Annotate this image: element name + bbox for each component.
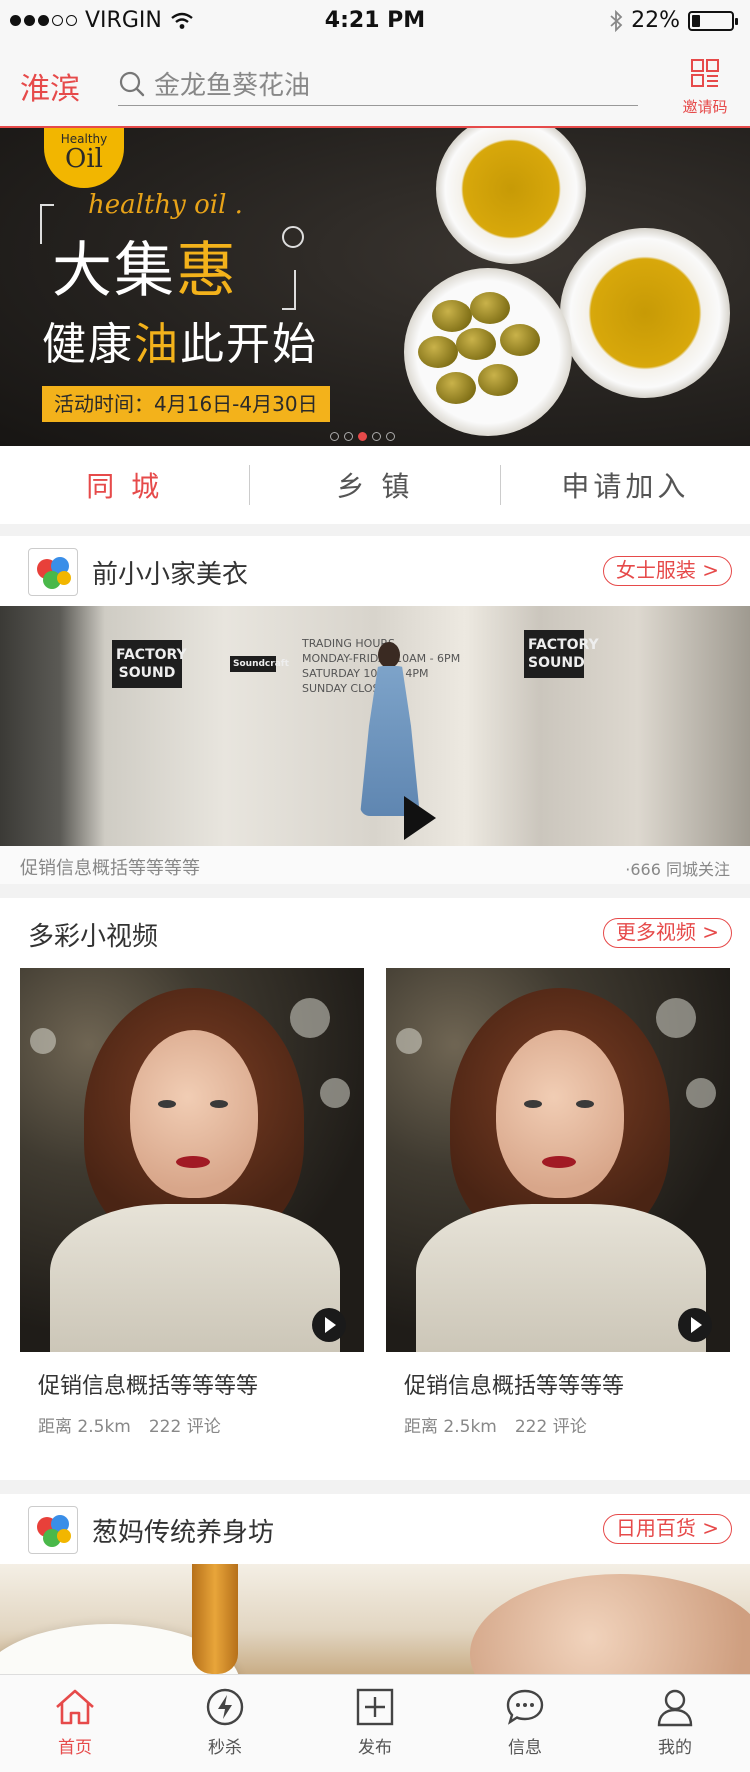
oil-bowl-top	[436, 128, 586, 264]
pager-dot[interactable]	[372, 432, 381, 441]
nav-publish[interactable]: 发布	[300, 1675, 450, 1772]
factory-sound-sign-right: FACTORY SOUND	[524, 630, 599, 678]
video-grid: 促销信息概括等等等等 距离 2.5km 222 评论 促销信息概括等等等等 距离 …	[0, 968, 750, 1488]
video-title[interactable]: 促销信息概括等等等等	[404, 1368, 730, 1400]
status-right: 22%	[609, 8, 738, 33]
home-icon	[56, 1689, 94, 1725]
play-icon[interactable]	[678, 1308, 712, 1342]
olive	[478, 364, 518, 396]
oil-bowl-right	[560, 228, 730, 398]
tab-same-city[interactable]: 同 城	[0, 465, 249, 505]
video-title[interactable]: 促销信息概括等等等等	[38, 1368, 364, 1400]
bottom-tab-bar: 首页 秒杀 发布 信息 我的	[0, 1674, 750, 1772]
search-placeholder[interactable]: 金龙鱼葵花油	[154, 65, 310, 102]
factory-sound-sign: FACTORY SOUND	[112, 640, 187, 688]
soundcraft-sign: Soundcraft	[230, 656, 289, 672]
pager-dot[interactable]	[386, 432, 395, 441]
video-section: 多彩小视频 更多视频 > 促销信息概括等等等等 距离 2.5km222 评论	[0, 898, 750, 1480]
tab-apply-join[interactable]: 申请加入	[501, 465, 750, 505]
olive	[436, 372, 476, 404]
user-icon	[657, 1689, 693, 1727]
store-caption-row: 促销信息概括等等等等 ·666 同城关注	[0, 846, 750, 884]
bluetooth-icon	[610, 9, 623, 32]
banner-headline: 大集惠	[52, 236, 238, 306]
lightning-icon	[206, 1688, 244, 1726]
store-video-thumbnail[interactable]: FACTORY SOUND Soundcraft TRADING HOURS M…	[0, 606, 750, 846]
olive	[470, 292, 510, 324]
pager-dot[interactable]	[344, 432, 353, 441]
store-name[interactable]: 葱妈传统养身坊	[92, 1512, 274, 1549]
tab-towns[interactable]: 乡 镇	[250, 465, 499, 505]
banner-date: 活动时间：4月16日-4月30日	[42, 386, 330, 422]
video-card[interactable]: 促销信息概括等等等等 距离 2.5km 222 评论	[20, 968, 364, 1437]
nav-messages[interactable]: 信息	[450, 1675, 600, 1772]
store-card-1[interactable]: 前小小家美衣 女士服装 > FACTORY SOUND Soundcraft T…	[0, 536, 750, 884]
more-videos-button[interactable]: 更多视频 >	[602, 918, 732, 948]
healthy-oil-logo: Healthy Oil	[44, 128, 124, 188]
nav-home[interactable]: 首页	[0, 1675, 150, 1772]
olive	[432, 300, 472, 332]
store-logo[interactable]	[28, 1506, 78, 1554]
olive	[456, 328, 496, 360]
video-meta: 距离 2.5km 222 评论	[404, 1417, 587, 1437]
video-card[interactable]: 促销信息概括等等等等 距离 2.5km 222 评论	[386, 968, 730, 1437]
promo-banner[interactable]: Healthy Oil healthy oil . 大集惠 健康油此开始 活动时…	[0, 128, 750, 446]
battery-icon	[688, 10, 738, 31]
circle-decor	[282, 226, 304, 248]
category-tag-button[interactable]: 日用百货 >	[602, 1514, 732, 1544]
bracket-decor-right	[282, 270, 296, 310]
invite-code-button[interactable]: 邀请码	[670, 58, 740, 117]
olive	[500, 324, 540, 356]
category-tag-button[interactable]: 女士服装 >	[602, 556, 732, 586]
chat-bubble-icon	[506, 1689, 544, 1725]
invite-label: 邀请码	[682, 98, 728, 116]
search-icon	[119, 71, 145, 96]
store-name[interactable]: 前小小家美衣	[92, 554, 248, 591]
video-section-header: 多彩小视频 更多视频 >	[0, 898, 750, 968]
battery-percent: 22%	[631, 8, 680, 33]
play-icon[interactable]	[404, 796, 436, 840]
search-bar[interactable]: 金龙鱼葵花油	[118, 62, 638, 106]
video-section-title: 多彩小视频	[28, 922, 159, 952]
city-selector[interactable]: 淮滨	[20, 64, 80, 108]
promo-summary: 促销信息概括等等等等	[20, 858, 200, 879]
location-tabs: 同 城 乡 镇 申请加入	[0, 446, 750, 524]
nav-flash-sale[interactable]: 秒杀	[150, 1675, 300, 1772]
banner-subheadline: 健康油此开始	[42, 319, 318, 370]
store-header: 前小小家美衣 女士服装 >	[0, 536, 750, 606]
pager-dot-active[interactable]	[358, 432, 367, 441]
store-photo[interactable]	[0, 1564, 750, 1674]
store-card-2[interactable]: 葱妈传统养身坊 日用百货 >	[0, 1494, 750, 1674]
banner-brand-line: healthy oil .	[88, 190, 243, 220]
video-meta: 距离 2.5km 222 评论	[38, 1417, 221, 1437]
store-logo[interactable]	[28, 548, 78, 596]
olive	[418, 336, 458, 368]
store-header: 葱妈传统养身坊 日用百货 >	[0, 1494, 750, 1564]
follow-count: ·666 同城关注	[625, 860, 730, 879]
status-bar: VIRGIN 4:21 PM 22%	[0, 0, 750, 40]
play-icon[interactable]	[312, 1308, 346, 1342]
banner-pager[interactable]	[330, 432, 395, 441]
plus-square-icon	[356, 1688, 394, 1726]
nav-profile[interactable]: 我的	[600, 1675, 750, 1772]
video-thumbnail[interactable]	[20, 968, 364, 1352]
qr-code-icon	[691, 59, 719, 87]
top-header: 淮滨 金龙鱼葵花油 邀请码	[0, 40, 750, 128]
pager-dot[interactable]	[330, 432, 339, 441]
video-thumbnail[interactable]	[386, 968, 730, 1352]
